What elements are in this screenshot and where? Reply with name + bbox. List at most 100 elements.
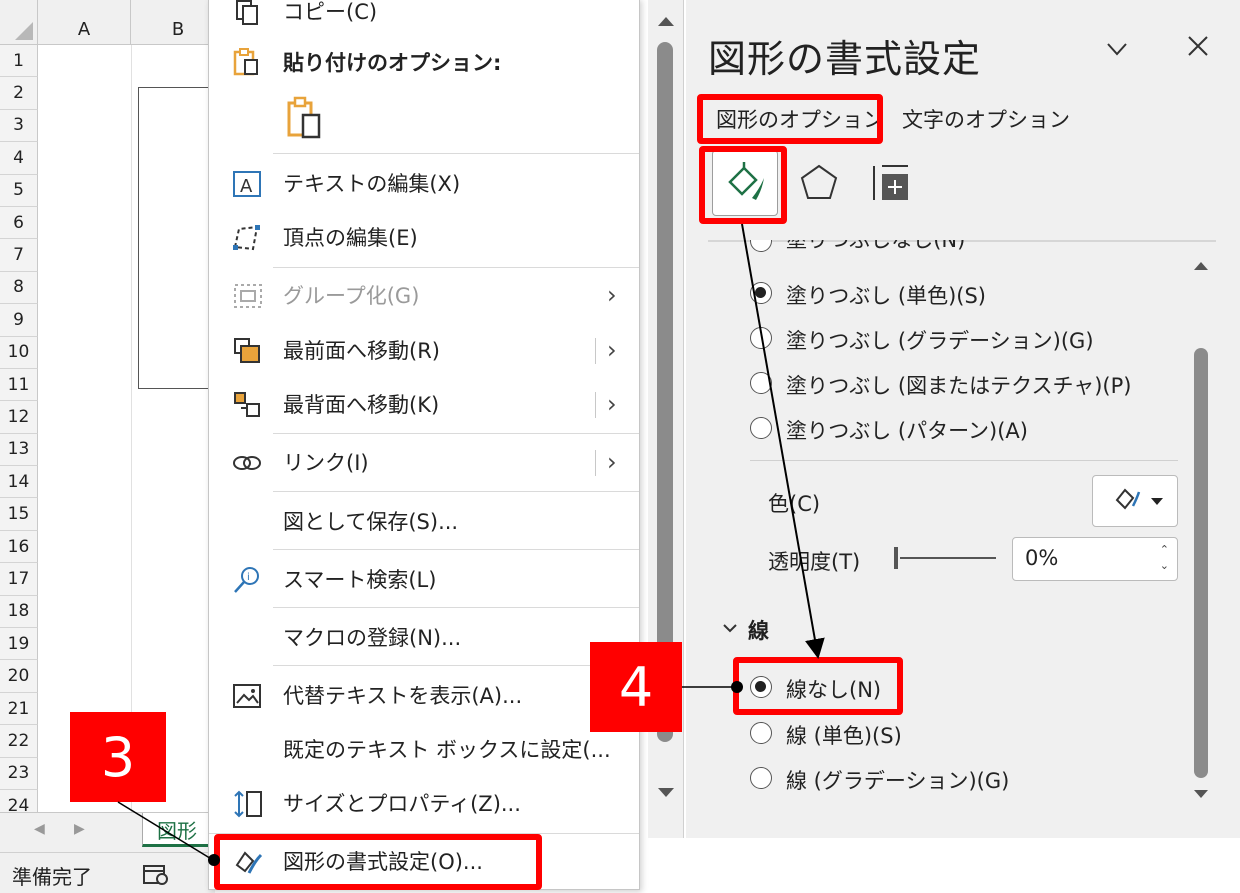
transparency-value: 0%: [1025, 546, 1059, 570]
format-shape-icon: [235, 851, 263, 874]
scroll-down-icon[interactable]: [656, 786, 676, 800]
submenu-divider: [595, 450, 596, 476]
close-icon[interactable]: [1186, 34, 1210, 58]
submenu-chevron-icon[interactable]: ›: [607, 336, 617, 364]
row-header[interactable]: 12: [0, 401, 38, 434]
menu-item-smart-lookup[interactable]: i スマート検索(L): [209, 553, 639, 605]
tab-prev-icon[interactable]: ◀: [34, 821, 45, 837]
tab-text-options[interactable]: 文字のオプション: [902, 104, 1070, 134]
row-header[interactable]: 11: [0, 368, 38, 402]
effects-tab[interactable]: [786, 150, 852, 216]
menu-item-label: リンク(I): [283, 451, 369, 475]
row-header[interactable]: 17: [0, 563, 38, 596]
chevron-down-icon[interactable]: [1106, 38, 1128, 60]
row-header[interactable]: 1: [0, 45, 38, 78]
radio-gradient-line[interactable]: [750, 767, 772, 789]
radio-solid-line[interactable]: [750, 722, 772, 744]
scroll-up-icon[interactable]: [1192, 260, 1210, 272]
menu-item-label: スマート検索(L): [283, 568, 437, 592]
color-picker-button[interactable]: [1092, 475, 1178, 527]
row-header[interactable]: 2: [0, 77, 38, 110]
row-header[interactable]: 9: [0, 304, 38, 337]
send-to-back-icon: [234, 392, 260, 417]
row-header[interactable]: 14: [0, 466, 38, 499]
menu-item-assign-macro[interactable]: マクロの登録(N)...: [209, 611, 639, 663]
row-header[interactable]: 8: [0, 271, 38, 305]
menu-item-bring-to-front[interactable]: 最前面へ移動(R) ›: [209, 324, 639, 376]
menu-item-send-to-back[interactable]: 最背面へ移動(K) ›: [209, 378, 639, 430]
step-3-callout: 3: [70, 712, 166, 802]
accessibility-check-icon[interactable]: [142, 863, 170, 887]
transparency-slider-track[interactable]: [900, 557, 996, 559]
context-menu: コピー(C) 貼り付けのオプション: A テキストの編集(X) 頂点の編集(E): [208, 0, 640, 890]
size-properties-tab[interactable]: [858, 150, 924, 216]
transparency-input[interactable]: 0% ⌃ ⌄: [1012, 537, 1178, 581]
line-section-header[interactable]: 線: [748, 615, 769, 645]
menu-item-label: グループ化(G): [283, 284, 420, 308]
scrollbar-thumb[interactable]: [657, 42, 673, 742]
menu-item-label: 図形の書式設定(O)...: [283, 850, 483, 874]
spin-arrows-icon[interactable]: ⌃ ⌄: [1160, 542, 1169, 574]
menu-item-alt-text[interactable]: 代替テキストを表示(A)...: [209, 669, 639, 721]
menu-item-edit-points[interactable]: 頂点の編集(E): [209, 211, 639, 263]
menu-item-edit-text[interactable]: A テキストの編集(X): [209, 157, 639, 209]
row-header[interactable]: 6: [0, 206, 38, 240]
fill-line-tab[interactable]: [712, 150, 778, 216]
radio-no-line[interactable]: [750, 676, 772, 698]
row-header[interactable]: 3: [0, 109, 38, 143]
column-header-b[interactable]: B: [131, 0, 215, 45]
group-icon: [234, 284, 262, 308]
size-properties-icon: [234, 790, 262, 818]
transparency-slider-handle[interactable]: [894, 547, 898, 569]
row-header[interactable]: 7: [0, 239, 38, 272]
row-header[interactable]: 10: [0, 336, 38, 369]
column-header-a[interactable]: A: [38, 0, 131, 45]
row-header[interactable]: 4: [0, 142, 38, 175]
edit-points-icon: [233, 225, 260, 251]
svg-text:i: i: [247, 572, 250, 583]
menu-item-link[interactable]: リンク(I) ›: [209, 436, 639, 488]
select-all-corner[interactable]: [0, 0, 38, 45]
row-header[interactable]: 23: [0, 757, 38, 790]
sheet-tab[interactable]: 図形: [142, 813, 215, 847]
radio-solid-fill[interactable]: [750, 282, 772, 304]
row-header[interactable]: 21: [0, 692, 38, 726]
tab-next-icon[interactable]: ▶: [74, 821, 85, 837]
submenu-chevron-icon: ›: [607, 281, 617, 309]
row-header[interactable]: 18: [0, 595, 38, 629]
row-header[interactable]: 20: [0, 660, 38, 693]
scroll-up-icon[interactable]: [656, 14, 676, 28]
svg-text:A: A: [240, 176, 253, 197]
row-header[interactable]: 13: [0, 433, 38, 467]
menu-item-label: 代替テキストを表示(A)...: [283, 684, 523, 708]
menu-item-set-default-textbox[interactable]: 既定のテキスト ボックスに設定(...: [209, 723, 639, 775]
paste-option-icon[interactable]: [281, 95, 329, 141]
menu-item-save-as-picture[interactable]: 図として保存(S)...: [209, 495, 639, 547]
menu-separator: [273, 153, 639, 154]
radio-pattern-fill[interactable]: [750, 417, 772, 439]
menu-item-format-shape[interactable]: 図形の書式設定(O)...: [209, 835, 639, 887]
row-header[interactable]: 22: [0, 725, 38, 758]
scroll-down-icon[interactable]: [1192, 788, 1210, 800]
option-label: 塗りつぶし (図またはテクスチャ)(P): [786, 374, 1132, 398]
radio-gradient-fill[interactable]: [750, 327, 772, 349]
status-bar: 準備完了: [0, 852, 215, 893]
row-header[interactable]: 16: [0, 530, 38, 564]
submenu-chevron-icon[interactable]: ›: [607, 390, 617, 418]
pane-scrollbar-thumb[interactable]: [1194, 348, 1208, 778]
copy-icon: [236, 0, 258, 25]
option-label: 塗りつぶしなし(N): [786, 240, 966, 252]
row-header[interactable]: 19: [0, 628, 38, 661]
row-header[interactable]: 15: [0, 498, 38, 531]
radio-picture-fill[interactable]: [750, 372, 772, 394]
submenu-chevron-icon[interactable]: ›: [607, 448, 617, 476]
tab-shape-options[interactable]: 図形のオプション: [716, 104, 884, 134]
chevron-down-icon[interactable]: [722, 622, 738, 634]
pane-scrollbar[interactable]: [1184, 256, 1218, 812]
row-header[interactable]: 5: [0, 174, 38, 207]
selected-shape[interactable]: [138, 87, 215, 389]
submenu-divider: [595, 392, 596, 418]
menu-item-copy[interactable]: コピー(C): [209, 0, 639, 37]
radio-no-fill[interactable]: [750, 240, 772, 252]
menu-item-size-and-properties[interactable]: サイズとプロパティ(Z)...: [209, 777, 639, 829]
